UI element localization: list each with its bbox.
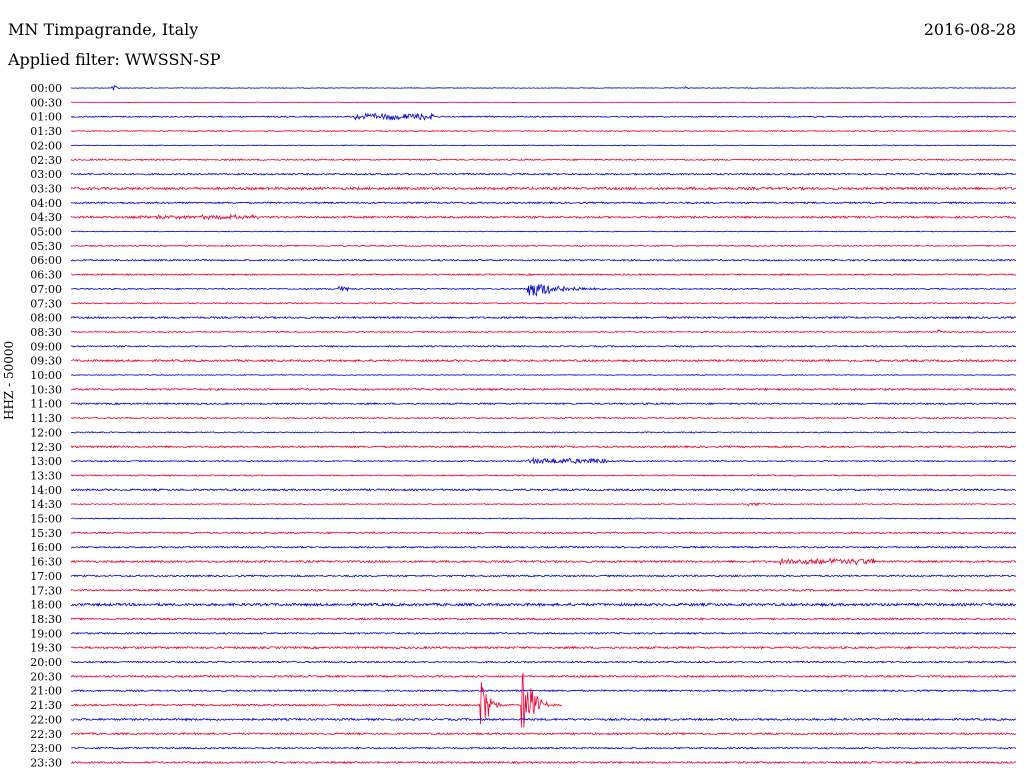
trace-2100 [70, 689, 1017, 693]
time-label: 16:30 [30, 556, 62, 569]
trace-1100 [70, 402, 1017, 406]
trace-0300 [70, 172, 1017, 176]
time-label: 10:00 [30, 369, 62, 382]
trace-1830 [70, 617, 1017, 621]
time-label: 04:00 [30, 197, 62, 210]
trace-0700 [70, 283, 1017, 297]
time-label: 13:30 [30, 469, 62, 482]
trace-2000 [70, 660, 1017, 664]
time-label: 09:30 [30, 355, 62, 368]
trace-2230 [70, 731, 1017, 736]
time-label: 22:30 [30, 728, 62, 741]
trace-0900 [70, 344, 1017, 348]
time-label: 07:30 [30, 297, 62, 310]
time-label: 05:30 [30, 240, 62, 253]
time-label: 08:00 [30, 312, 62, 325]
trace-0530 [70, 244, 1017, 248]
helicorder-plot: 00:0000:30 01:0001:3002:00 02:3003:0003:30… [30, 82, 1017, 769]
time-label: 08:30 [30, 326, 62, 339]
trace-1030 [70, 387, 1017, 392]
trace-1000 [70, 374, 1017, 376]
time-label: 19:00 [30, 627, 62, 640]
time-label: 00:00 [30, 82, 62, 95]
time-label: 13:00 [30, 455, 62, 468]
trace-0130 [70, 129, 1017, 133]
trace-1530 [70, 531, 1017, 535]
trace-0930 [70, 358, 1017, 363]
time-label: 11:30 [30, 412, 62, 425]
trace-0000 [70, 85, 1017, 91]
time-label: 00:30 [30, 96, 62, 109]
trace-1700 [70, 574, 1017, 578]
time-label: 09:00 [30, 340, 62, 353]
trace-1600 [70, 545, 1017, 549]
trace-2200 [70, 717, 1017, 722]
time-label: 07:00 [30, 283, 62, 296]
trace-2030 [70, 674, 1017, 679]
time-label: 02:30 [30, 154, 62, 167]
trace-1630 [70, 557, 1017, 566]
trace-1200 [70, 431, 1017, 434]
time-label: 06:30 [30, 269, 62, 282]
time-label: 03:00 [30, 168, 62, 181]
time-label: 04:30 [30, 211, 62, 224]
time-label: 18:30 [30, 613, 62, 626]
time-label: 01:00 [30, 111, 62, 124]
trace-0230 [70, 158, 1017, 162]
seismic-traces [70, 85, 1017, 765]
time-label: 23:00 [30, 742, 62, 755]
trace-1230 [70, 444, 1017, 449]
trace-1300 [70, 456, 1017, 465]
trace-0200 [70, 144, 1017, 147]
trace-0500 [70, 230, 1017, 233]
time-label: 17:00 [30, 570, 62, 583]
trace-1730 [70, 588, 1017, 593]
trace-0400 [70, 201, 1017, 205]
trace-0600 [70, 258, 1017, 262]
trace-1400 [70, 488, 1017, 492]
trace-2330 [70, 760, 1017, 765]
time-label: 17:30 [30, 584, 62, 597]
time-label: 10:30 [30, 383, 62, 396]
time-label: 12:30 [30, 441, 62, 454]
time-label: 12:00 [30, 426, 62, 439]
time-label: 02:00 [30, 139, 62, 152]
trace-1800 [70, 602, 1017, 608]
trace-1330 [70, 474, 1017, 477]
time-label: 11:00 [30, 398, 62, 411]
time-label: 23:30 [30, 756, 62, 769]
time-label: 15:00 [30, 513, 62, 526]
trace-0800 [70, 315, 1017, 320]
trace-0730 [70, 301, 1017, 305]
time-label: 22:00 [30, 713, 62, 726]
time-label: 21:30 [30, 699, 62, 712]
trace-0630 [70, 273, 1017, 276]
time-tick-labels: 00:0000:30 01:0001:3002:00 02:3003:0003:30… [30, 82, 62, 769]
time-label: 01:30 [30, 125, 62, 138]
trace-1500 [70, 517, 1017, 520]
time-label: 14:00 [30, 484, 62, 497]
trace-0830 [70, 328, 1017, 334]
time-label: 15:30 [30, 527, 62, 540]
trace-0330 [70, 186, 1017, 191]
time-label: 14:30 [30, 498, 62, 511]
time-label: 21:00 [30, 685, 62, 698]
time-label: 20:30 [30, 670, 62, 683]
trace-2300 [70, 746, 1017, 750]
trace-0430 [70, 213, 1017, 221]
trace-1900 [70, 631, 1017, 635]
time-label: 06:00 [30, 254, 62, 267]
trace-1930 [70, 645, 1017, 650]
time-label: 03:30 [30, 182, 62, 195]
trace-1130 [70, 416, 1017, 420]
time-label: 18:00 [30, 599, 62, 612]
time-label: 19:30 [30, 642, 62, 655]
time-label: 20:00 [30, 656, 62, 669]
trace-0100 [70, 112, 1017, 121]
time-label: 16:00 [30, 541, 62, 554]
trace-1430 [70, 502, 1017, 507]
time-label: 05:00 [30, 226, 62, 239]
